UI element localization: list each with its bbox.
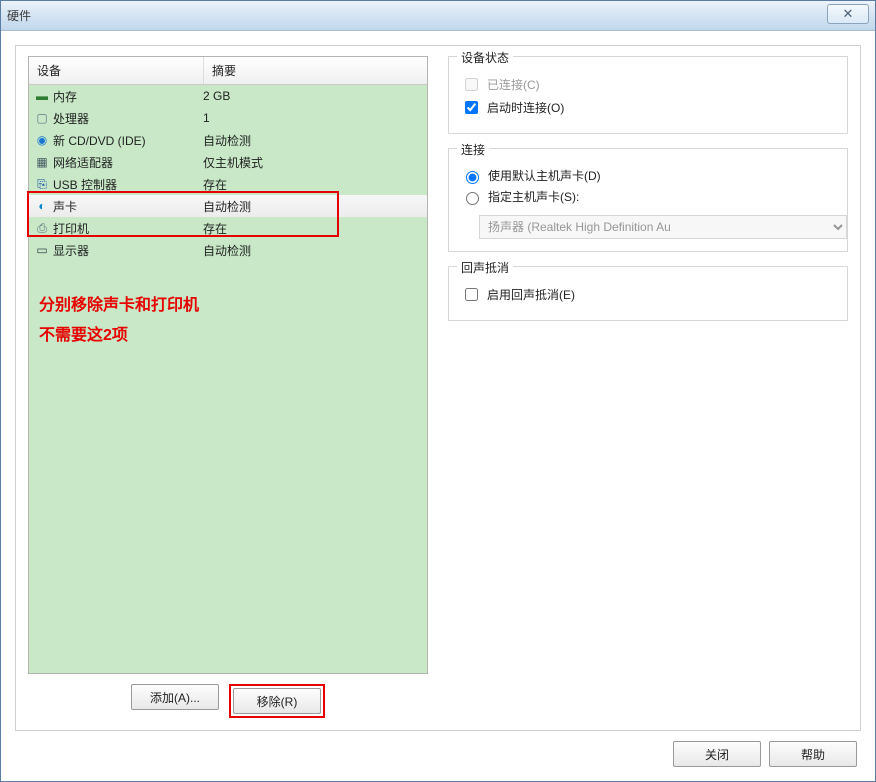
annotation-line-1: 分别移除声卡和打印机 <box>39 291 427 321</box>
table-header: 设备 摘要 <box>29 57 427 85</box>
radio-use-default-input[interactable] <box>466 171 479 184</box>
checkbox-echo-cancel[interactable]: 启用回声抵消(E) <box>461 285 835 304</box>
checkbox-connected-label: 已连接(C) <box>487 76 540 93</box>
radio-specify-label: 指定主机声卡(S): <box>488 188 579 205</box>
group-device-status-legend: 设备状态 <box>457 49 513 66</box>
dialog-body: 设备 摘要 ▬内存2 GB▢处理器1◉新 CD/DVD (IDE)自动检测▦网络… <box>1 31 875 781</box>
group-connection: 连接 使用默认主机声卡(D) 指定主机声卡(S): 扬声器 (Realtek H… <box>448 148 848 252</box>
col-summary[interactable]: 摘要 <box>204 57 427 84</box>
device-summary: 自动检测 <box>203 242 423 259</box>
device-name: 打印机 <box>53 220 203 237</box>
device-buttons: 添加(A)... 移除(R) <box>28 684 428 718</box>
device-name: 新 CD/DVD (IDE) <box>53 132 203 149</box>
device-summary: 存在 <box>203 220 423 237</box>
table-row[interactable]: ◐声卡自动检测 <box>29 195 427 217</box>
device-name: USB 控制器 <box>53 176 203 193</box>
checkbox-connect-at-poweron-label: 启动时连接(O) <box>487 99 564 116</box>
dialog-footer: 关闭 帮助 <box>15 731 861 767</box>
usb-icon: ⎘ <box>33 176 51 192</box>
window-title: 硬件 <box>7 7 31 24</box>
display-icon: ▭ <box>33 242 51 258</box>
device-summary: 存在 <box>203 176 423 193</box>
device-summary: 自动检测 <box>203 198 423 215</box>
table-row[interactable]: ▦网络适配器仅主机模式 <box>29 151 427 173</box>
printer-icon: ⎙ <box>33 220 51 236</box>
cpu-icon: ▢ <box>33 110 51 126</box>
table-row[interactable]: ⎙打印机存在 <box>29 217 427 239</box>
sound-icon: ◐ <box>33 198 51 214</box>
device-column: 设备 摘要 ▬内存2 GB▢处理器1◉新 CD/DVD (IDE)自动检测▦网络… <box>28 56 428 718</box>
group-connection-legend: 连接 <box>457 141 489 158</box>
checkbox-echo-cancel-label: 启用回声抵消(E) <box>487 286 575 303</box>
combo-wrap: 扬声器 (Realtek High Definition Au <box>461 209 835 239</box>
columns: 设备 摘要 ▬内存2 GB▢处理器1◉新 CD/DVD (IDE)自动检测▦网络… <box>28 56 848 718</box>
device-summary: 1 <box>203 111 423 125</box>
device-name: 处理器 <box>53 110 203 127</box>
radio-specify-input[interactable] <box>466 192 479 205</box>
table-rows: ▬内存2 GB▢处理器1◉新 CD/DVD (IDE)自动检测▦网络适配器仅主机… <box>29 85 427 352</box>
device-summary: 仅主机模式 <box>203 154 423 171</box>
radio-use-default-label: 使用默认主机声卡(D) <box>488 167 601 184</box>
device-table: 设备 摘要 ▬内存2 GB▢处理器1◉新 CD/DVD (IDE)自动检测▦网络… <box>28 56 428 674</box>
group-device-status: 设备状态 已连接(C) 启动时连接(O) <box>448 56 848 134</box>
settings-column: 设备状态 已连接(C) 启动时连接(O) 连接 <box>448 56 848 718</box>
memory-icon: ▬ <box>33 88 51 104</box>
table-row[interactable]: ▢处理器1 <box>29 107 427 129</box>
device-name: 声卡 <box>53 198 203 215</box>
table-row[interactable]: ▬内存2 GB <box>29 85 427 107</box>
checkbox-connected-input <box>465 78 478 91</box>
remove-button[interactable]: 移除(R) <box>233 688 321 714</box>
close-icon: ✕ <box>843 6 854 22</box>
annotation-text: 分别移除声卡和打印机不需要这2项 <box>39 291 427 352</box>
device-name: 显示器 <box>53 242 203 259</box>
checkbox-connect-at-poweron[interactable]: 启动时连接(O) <box>461 98 835 117</box>
table-row[interactable]: ⎘USB 控制器存在 <box>29 173 427 195</box>
radio-use-default[interactable]: 使用默认主机声卡(D) <box>461 167 835 184</box>
close-window-button[interactable]: ✕ <box>827 4 869 24</box>
checkbox-echo-cancel-input[interactable] <box>465 288 478 301</box>
annotation-red-box-remove: 移除(R) <box>229 684 325 718</box>
host-soundcard-combo: 扬声器 (Realtek High Definition Au <box>479 215 847 239</box>
close-button[interactable]: 关闭 <box>673 741 761 767</box>
hardware-dialog: 硬件 ✕ 设备 摘要 ▬内存2 GB▢处理器1◉新 CD/DVD (IDE)自动… <box>0 0 876 782</box>
nic-icon: ▦ <box>33 154 51 170</box>
device-summary: 2 GB <box>203 89 423 103</box>
group-echo-legend: 回声抵消 <box>457 259 513 276</box>
help-button[interactable]: 帮助 <box>769 741 857 767</box>
group-echo: 回声抵消 启用回声抵消(E) <box>448 266 848 321</box>
checkbox-connect-at-poweron-input[interactable] <box>465 101 478 114</box>
main-pane: 设备 摘要 ▬内存2 GB▢处理器1◉新 CD/DVD (IDE)自动检测▦网络… <box>15 45 861 731</box>
col-device[interactable]: 设备 <box>29 57 204 84</box>
device-name: 内存 <box>53 88 203 105</box>
titlebar: 硬件 ✕ <box>1 1 875 31</box>
device-name: 网络适配器 <box>53 154 203 171</box>
cd-icon: ◉ <box>33 132 51 148</box>
table-row[interactable]: ◉新 CD/DVD (IDE)自动检测 <box>29 129 427 151</box>
table-row[interactable]: ▭显示器自动检测 <box>29 239 427 261</box>
annotation-line-2: 不需要这2项 <box>39 321 427 351</box>
add-button[interactable]: 添加(A)... <box>131 684 219 710</box>
checkbox-connected: 已连接(C) <box>461 75 835 94</box>
radio-specify[interactable]: 指定主机声卡(S): <box>461 188 835 205</box>
device-summary: 自动检测 <box>203 132 423 149</box>
